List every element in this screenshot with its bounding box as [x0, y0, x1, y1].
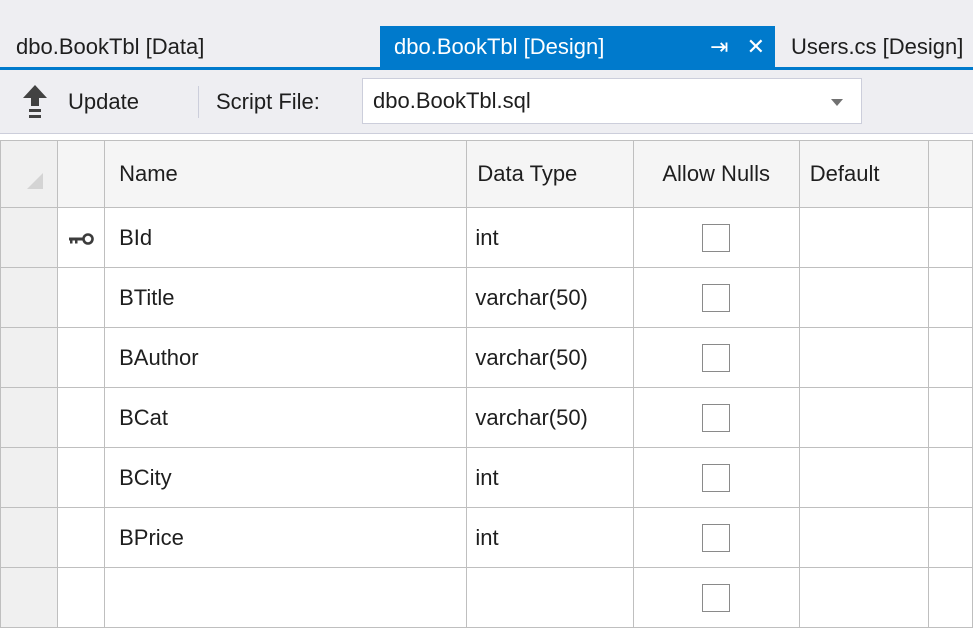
data-type-cell[interactable]: varchar(50) [466, 267, 634, 328]
chevron-down-icon[interactable] [831, 99, 843, 106]
tab-booktbl-data[interactable]: dbo.BookTbl [Data] [0, 26, 380, 67]
allow-nulls-checkbox[interactable] [702, 283, 731, 312]
row-selector[interactable] [0, 567, 58, 628]
default-cell[interactable] [798, 507, 929, 568]
tab-label: dbo.BookTbl [Data] [16, 34, 205, 59]
primary-key-cell [56, 387, 106, 448]
column-name-cell[interactable]: BId [104, 207, 468, 268]
allow-nulls-checkbox[interactable] [702, 523, 731, 552]
data-type-cell[interactable]: int [466, 507, 634, 568]
primary-key-cell [56, 447, 106, 508]
allow-nulls-cell [632, 447, 800, 508]
table-row[interactable]: BCat varchar(50) [0, 387, 973, 448]
designer-toolbar: Update Script File: dbo.BookTbl.sql [0, 70, 973, 134]
extra-cell [927, 207, 973, 268]
column-header-extra [927, 140, 973, 208]
close-icon[interactable]: ✕ [747, 26, 765, 67]
data-type-cell[interactable]: int [466, 207, 634, 268]
allow-nulls-checkbox[interactable] [702, 343, 731, 372]
extra-cell [927, 567, 973, 628]
allow-nulls-cell [632, 567, 800, 628]
table-row[interactable]: BId int [0, 207, 973, 268]
default-cell[interactable] [798, 327, 929, 388]
new-row[interactable] [0, 567, 973, 628]
corner-triangle-icon [27, 173, 43, 189]
column-name-cell[interactable]: BCity [104, 447, 468, 508]
column-header-name[interactable]: Name [104, 140, 468, 208]
default-cell[interactable] [798, 207, 929, 268]
header-row: Name Data Type Allow Nulls Default [0, 140, 973, 208]
column-header-data-type[interactable]: Data Type [466, 140, 634, 208]
data-type-cell[interactable]: int [466, 447, 634, 508]
default-cell[interactable] [798, 447, 929, 508]
allow-nulls-checkbox[interactable] [702, 583, 731, 612]
allow-nulls-cell [632, 207, 800, 268]
table-row[interactable]: BCity int [0, 447, 973, 508]
update-label: Update [68, 89, 139, 114]
allow-nulls-checkbox[interactable] [702, 223, 731, 252]
column-name-cell[interactable]: BAuthor [104, 327, 468, 388]
allow-nulls-cell [632, 327, 800, 388]
script-file-dropdown[interactable]: dbo.BookTbl.sql [362, 78, 862, 124]
extra-cell [927, 507, 973, 568]
script-file-label: Script File: [216, 89, 320, 114]
default-cell[interactable] [798, 267, 929, 328]
data-type-cell[interactable]: varchar(50) [466, 387, 634, 448]
primary-key-cell [56, 267, 106, 328]
allow-nulls-checkbox[interactable] [702, 463, 731, 492]
default-cell[interactable] [798, 387, 929, 448]
column-name-cell[interactable]: BCat [104, 387, 468, 448]
allow-nulls-cell [632, 387, 800, 448]
extra-cell [927, 387, 973, 448]
table-row[interactable]: BTitle varchar(50) [0, 267, 973, 328]
column-header-default[interactable]: Default [798, 140, 929, 208]
column-name-cell[interactable]: BPrice [104, 507, 468, 568]
key-icon [68, 232, 94, 245]
data-type-cell[interactable] [466, 567, 634, 628]
document-tab-strip: dbo.BookTbl [Data] dbo.BookTbl [Design] … [0, 0, 973, 73]
row-selector[interactable] [0, 447, 58, 508]
default-cell[interactable] [798, 567, 929, 628]
select-all-corner[interactable] [0, 140, 58, 208]
key-column-header [56, 140, 106, 208]
row-selector[interactable] [0, 267, 58, 328]
row-selector[interactable] [0, 387, 58, 448]
primary-key-cell [56, 327, 106, 388]
tab-users-design[interactable]: Users.cs [Design] [775, 26, 973, 67]
primary-key-cell [56, 207, 106, 268]
column-header-allow-nulls[interactable]: Allow Nulls [632, 140, 800, 208]
tab-label: dbo.BookTbl [Design] [394, 34, 605, 59]
allow-nulls-cell [632, 507, 800, 568]
extra-cell [927, 267, 973, 328]
allow-nulls-cell [632, 267, 800, 328]
column-design-grid: Name Data Type Allow Nulls Default BId i… [0, 140, 973, 628]
tab-label: Users.cs [Design] [791, 34, 964, 59]
script-file-value: dbo.BookTbl.sql [373, 88, 531, 113]
allow-nulls-checkbox[interactable] [702, 403, 731, 432]
data-type-cell[interactable]: varchar(50) [466, 327, 634, 388]
table-row[interactable]: BPrice int [0, 507, 973, 568]
extra-cell [927, 327, 973, 388]
row-selector[interactable] [0, 507, 58, 568]
row-selector[interactable] [0, 327, 58, 388]
column-name-cell[interactable]: BTitle [104, 267, 468, 328]
row-selector[interactable] [0, 207, 58, 268]
primary-key-cell [56, 567, 106, 628]
tab-booktbl-design[interactable]: dbo.BookTbl [Design] ⇥ ✕ [380, 26, 775, 67]
table-row[interactable]: BAuthor varchar(50) [0, 327, 973, 388]
columns-table: Name Data Type Allow Nulls Default BId i… [0, 140, 973, 628]
toolbar-separator [198, 86, 199, 118]
pin-icon[interactable]: ⇥ [710, 26, 728, 67]
extra-cell [927, 447, 973, 508]
primary-key-cell [56, 507, 106, 568]
update-button[interactable]: Update [22, 82, 139, 122]
arrow-up-icon [23, 85, 47, 118]
column-name-cell[interactable] [104, 567, 468, 628]
